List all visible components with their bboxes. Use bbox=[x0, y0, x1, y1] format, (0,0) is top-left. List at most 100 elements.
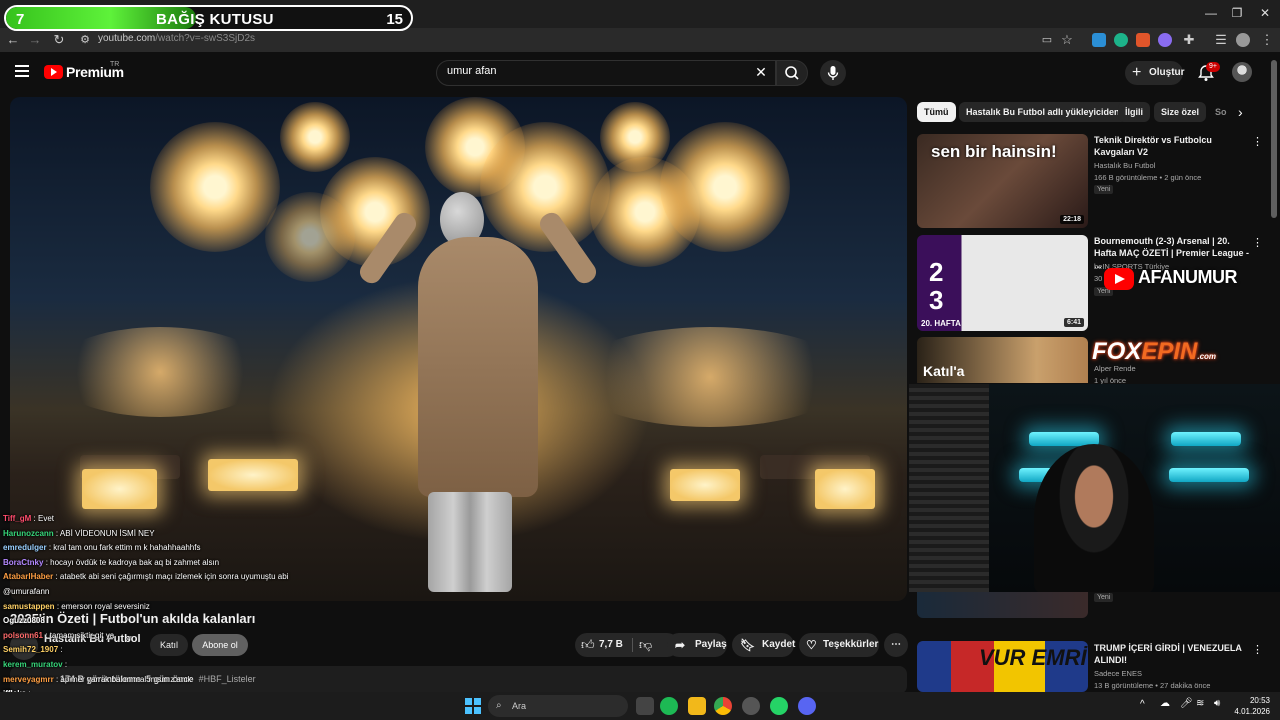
forward-icon[interactable]: → bbox=[26, 31, 44, 49]
volume-icon[interactable]: 🔊︎ bbox=[1214, 698, 1220, 709]
windows-start-icon[interactable] bbox=[464, 697, 482, 715]
sponsor-logo-part: FOX bbox=[1092, 338, 1142, 365]
file-explorer-icon[interactable] bbox=[688, 697, 706, 715]
save-button[interactable]: 🔖︎ Kaydet bbox=[732, 633, 795, 657]
bookmark-icon: 🔖︎ bbox=[740, 638, 756, 652]
profile-icon[interactable] bbox=[1236, 33, 1250, 47]
stream-chat-overlay: Tiff_gM : Evet Harunozcann : ABİ VİDEONUN… bbox=[0, 508, 308, 720]
video-thumbnail[interactable]: Katıl'a bbox=[917, 337, 1088, 383]
task-view-icon[interactable] bbox=[636, 697, 654, 715]
light-box-graphic bbox=[208, 459, 298, 491]
video-title[interactable]: TRUMP İÇERİ GİRDİ | VENEZUELA ALINDI! bbox=[1094, 642, 1254, 666]
chip-more[interactable]: So bbox=[1208, 102, 1234, 122]
extension-icon[interactable] bbox=[1136, 33, 1150, 47]
chat-username: Harunozcann bbox=[3, 528, 54, 538]
region-label: TR bbox=[110, 61, 120, 68]
more-options-icon[interactable]: ⋮ bbox=[1252, 643, 1263, 656]
microphone-icon[interactable]: 🎤︎ bbox=[1180, 698, 1193, 709]
close-icon[interactable]: ✕ bbox=[1250, 4, 1280, 22]
cast-icon[interactable]: ▭ bbox=[1038, 31, 1056, 49]
search-icon bbox=[785, 66, 799, 80]
chat-message: polsonn61 : tamam siktir git ya bbox=[3, 631, 114, 640]
view-count: 13 B görüntüleme bbox=[1094, 681, 1154, 690]
chip-for-you[interactable]: Size özel bbox=[1154, 102, 1207, 122]
view-count: 166 B görüntüleme bbox=[1094, 173, 1158, 182]
chrome-icon[interactable] bbox=[714, 697, 732, 715]
reading-list-icon[interactable]: ☰ bbox=[1212, 31, 1230, 49]
clock-time: 20:53 bbox=[1249, 696, 1270, 705]
chevron-right-icon[interactable]: › bbox=[1238, 104, 1243, 120]
video-thumbnail[interactable]: VUR EMRİ bbox=[917, 641, 1088, 692]
clock[interactable]: 20:53 4.01.2026 bbox=[1232, 695, 1270, 717]
youtube-logo-icon[interactable] bbox=[44, 65, 63, 79]
chat-message: AtabarlHaber : atabetk abi seni çağırmış… bbox=[3, 572, 288, 581]
chat-username: Tiff_gM bbox=[3, 514, 32, 523]
thanks-button[interactable]: ♡ Teşekkürler bbox=[799, 633, 879, 657]
neon-light-graphic bbox=[1171, 432, 1241, 446]
whatsapp-icon[interactable] bbox=[770, 697, 788, 715]
chat-message: BoraCtnky : hocayı övdük te kadroya bak … bbox=[3, 558, 219, 567]
video-thumbnail[interactable]: 2 3 20. HAFTA 6:41 bbox=[917, 235, 1088, 331]
voice-search-button[interactable] bbox=[820, 60, 846, 86]
search-input[interactable] bbox=[447, 65, 747, 77]
more-icon[interactable]: ⋮ bbox=[1258, 31, 1276, 49]
chip-related[interactable]: İlgili bbox=[1118, 102, 1150, 122]
city-lights-graphic bbox=[570, 327, 850, 427]
neon-light-graphic bbox=[1169, 468, 1249, 482]
chevron-up-icon[interactable]: ^ bbox=[1140, 699, 1145, 710]
clock-date: 4.01.2026 bbox=[1234, 707, 1270, 716]
clear-search-icon[interactable]: ✕ bbox=[752, 64, 770, 82]
bookmark-star-icon[interactable]: ☆ bbox=[1058, 31, 1076, 49]
search-box[interactable] bbox=[436, 60, 776, 86]
chat-message: emredulger : kral tam onu fark ettim m k… bbox=[3, 543, 200, 552]
donation-goal: 15 bbox=[386, 11, 403, 28]
video-thumbnail[interactable] bbox=[917, 592, 1088, 618]
wifi-icon[interactable]: ≋ bbox=[1196, 698, 1204, 709]
thumbs-down-icon[interactable]: 👎︎ bbox=[639, 633, 652, 657]
score-home: 2 bbox=[929, 257, 944, 287]
chip-uploader[interactable]: Hastalık Bu Futbol adlı yükleyiciden bbox=[959, 102, 1127, 122]
posted-time: 2 gün önce bbox=[1164, 173, 1202, 182]
view-meta: 166 B görüntüleme • 2 gün önce bbox=[1094, 173, 1202, 182]
back-icon[interactable]: ← bbox=[4, 31, 22, 49]
tray-icon[interactable]: ☁ bbox=[1160, 698, 1170, 709]
url-path: /watch?v=-swS3SjD2s bbox=[155, 33, 256, 44]
firework-graphic bbox=[150, 122, 280, 252]
extension-icon[interactable] bbox=[1114, 33, 1128, 47]
discord-icon[interactable] bbox=[798, 697, 816, 715]
chat-message: samustappen : emerson royal seversiniz bbox=[3, 602, 150, 611]
page-scrollbar[interactable] bbox=[1271, 60, 1277, 218]
app-icon[interactable] bbox=[742, 697, 760, 715]
thumbs-up-icon[interactable]: 👍︎ bbox=[581, 633, 595, 657]
extensions-puzzle-icon[interactable]: ✚ bbox=[1180, 31, 1198, 49]
menu-icon[interactable] bbox=[15, 65, 29, 77]
account-avatar[interactable] bbox=[1232, 62, 1252, 82]
search-button[interactable] bbox=[776, 60, 808, 86]
video-title[interactable]: Teknik Direktör vs Futbolcu Kavgaları V2 bbox=[1094, 134, 1254, 158]
windows-logo-icon bbox=[465, 698, 481, 714]
more-actions-icon[interactable]: ⋯ bbox=[884, 633, 908, 657]
channel-name[interactable]: Hastalık Bu Futbol bbox=[1094, 161, 1155, 170]
reload-icon[interactable]: ↻ bbox=[50, 31, 68, 49]
chip-all[interactable]: Tümü bbox=[917, 102, 956, 122]
chat-text: : Evet bbox=[33, 514, 54, 523]
chat-message: Harunozcann : ABİ VİDEONUN İSMİ NEY bbox=[3, 529, 155, 538]
maximize-icon[interactable]: ❐ bbox=[1222, 4, 1252, 22]
extension-icon[interactable] bbox=[1092, 33, 1106, 47]
chat-username: Semih72_1907 bbox=[3, 645, 59, 655]
share-button[interactable]: ➦ Paylaş bbox=[667, 633, 727, 657]
spotify-icon[interactable] bbox=[660, 697, 678, 715]
create-button[interactable]: + Oluştur bbox=[1125, 61, 1185, 85]
donation-progress-bar: 7 BAĞIŞ KUTUSU 15 bbox=[4, 5, 413, 31]
extension-icon[interactable] bbox=[1158, 33, 1172, 47]
video-thumbnail[interactable]: sen bir hainsin! 22:18 bbox=[917, 134, 1088, 228]
like-count[interactable]: 7,7 B bbox=[599, 633, 623, 657]
more-options-icon[interactable]: ⋮ bbox=[1252, 135, 1263, 148]
more-options-icon[interactable]: ⋮ bbox=[1252, 236, 1263, 249]
taskbar-search[interactable]: ⌕ Ara bbox=[488, 695, 628, 717]
url-field[interactable]: youtube.com/watch?v=-swS3SjD2s bbox=[98, 33, 255, 44]
channel-name[interactable]: Sadece ENES bbox=[1094, 669, 1142, 678]
share-label: Paylaş bbox=[695, 639, 727, 650]
youtube-logo-icon bbox=[1104, 268, 1134, 290]
site-info-icon[interactable]: ⚙ bbox=[76, 31, 94, 49]
